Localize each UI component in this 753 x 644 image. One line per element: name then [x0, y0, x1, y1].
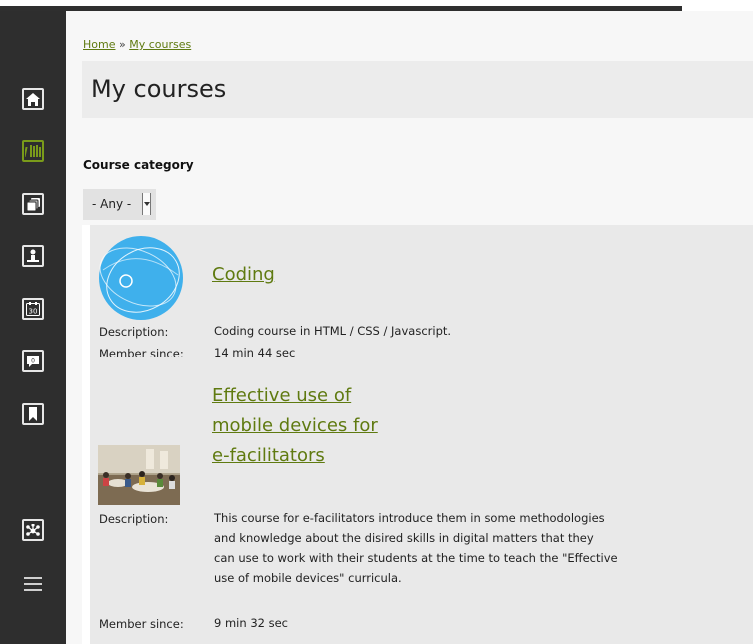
description-text: This course for e-facilitators introduce… — [214, 511, 618, 585]
course-category-select[interactable]: - Any - — [83, 189, 156, 220]
member-since-value: 9 min 32 sec — [214, 616, 288, 630]
course-card: Coding Description: Coding course in HTM… — [82, 225, 753, 361]
course-category-label: Course category — [83, 158, 194, 172]
course-title-link[interactable]: Coding — [212, 260, 275, 290]
description-text: Coding course in HTML / CSS / Javascript… — [214, 324, 452, 338]
page-title: My courses — [91, 75, 227, 103]
breadcrumb: Home » My courses — [83, 38, 191, 51]
messages-icon[interactable]: 0 — [22, 350, 44, 372]
bookmark-icon[interactable] — [22, 403, 44, 425]
network-icon[interactable] — [22, 519, 44, 541]
description-label: Description: — [99, 325, 169, 339]
select-value: - Any - — [92, 197, 132, 211]
message-count: 0 — [31, 357, 35, 364]
calendar-day: 30 — [29, 308, 38, 316]
course-thumbnail[interactable] — [98, 445, 180, 505]
calendar-icon[interactable]: 30 — [22, 298, 44, 320]
classroom-icon[interactable] — [22, 245, 44, 267]
course-card: Effective use of mobile devices for e-fa… — [82, 357, 753, 644]
chevron-down-icon[interactable] — [142, 193, 151, 215]
home-icon[interactable] — [22, 88, 44, 110]
breadcrumb-home-link[interactable]: Home — [83, 38, 115, 51]
pages-icon[interactable] — [22, 193, 44, 215]
breadcrumb-current-link[interactable]: My courses — [129, 38, 191, 51]
sidebar: 30 0 — [0, 11, 66, 644]
main-content: Home » My courses My courses Course cate… — [66, 11, 753, 644]
course-thumbnail[interactable] — [98, 235, 184, 321]
breadcrumb-separator: » — [115, 38, 130, 51]
member-since-label: Member since: — [99, 617, 184, 631]
courses-icon[interactable] — [22, 140, 44, 162]
page-title-box: My courses — [82, 61, 753, 118]
course-title-link[interactable]: Effective use of mobile devices for e-fa… — [212, 381, 378, 471]
menu-icon[interactable] — [24, 577, 42, 595]
description-label: Description: — [99, 512, 169, 526]
